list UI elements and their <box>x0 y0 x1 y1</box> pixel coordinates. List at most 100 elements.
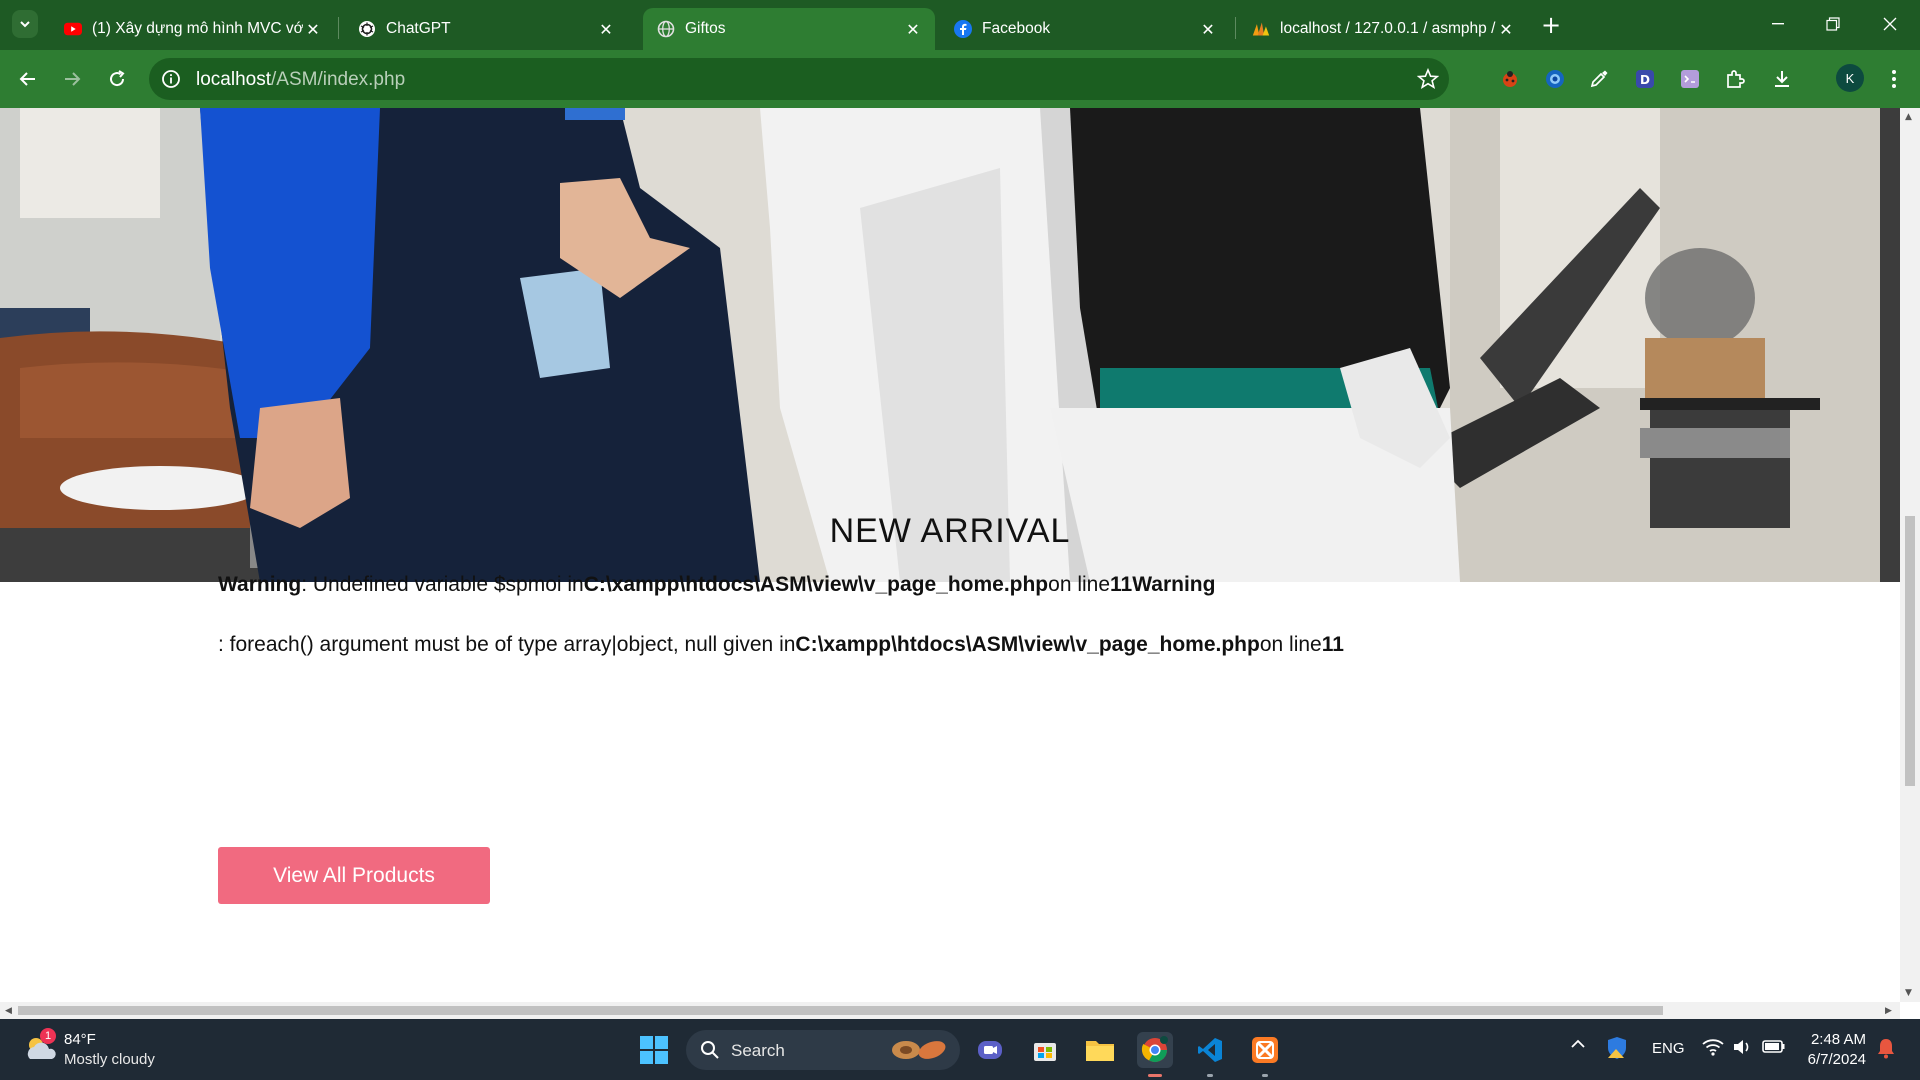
browser-toolbar: localhost/ASM/index.php D K <box>0 50 1920 108</box>
tab-separator <box>338 17 339 39</box>
arrow-left-icon <box>19 72 35 86</box>
scroll-down-icon[interactable]: ▼ <box>1905 988 1912 998</box>
url-text: localhost/ASM/index.php <box>196 69 405 91</box>
more-menu-icon[interactable] <box>1882 67 1906 91</box>
forward-button[interactable] <box>58 65 86 93</box>
search-icon <box>701 1041 719 1059</box>
tab-chatgpt[interactable]: ChatGPT ✕ <box>344 8 628 50</box>
url-host: localhost <box>196 69 271 90</box>
scroll-up-icon[interactable]: ▲ <box>1905 112 1912 122</box>
vscode-icon[interactable] <box>1192 1032 1228 1068</box>
tab-giftos[interactable]: Giftos ✕ <box>643 8 935 50</box>
warning-file: C:\xampp\htdocs\ASM\view\v_page_home.php <box>795 633 1260 656</box>
tab-search-button[interactable] <box>12 10 38 38</box>
extension-ai-icon[interactable] <box>1678 67 1702 91</box>
warning-label: Warning <box>1132 573 1216 596</box>
restore-icon[interactable] <box>1813 10 1853 38</box>
download-icon[interactable] <box>1770 67 1794 91</box>
tab-youtube[interactable]: (1) Xây dựng mô hình MVC với ✕ <box>50 8 335 50</box>
xampp-running-indicator <box>1262 1074 1268 1077</box>
extension-ladybug-icon[interactable] <box>1498 67 1522 91</box>
chrome-running-indicator <box>1148 1074 1162 1077</box>
tab-strip: (1) Xây dựng mô hình MVC với ✕ ChatGPT ✕… <box>0 0 1920 50</box>
weather-description[interactable]: Mostly cloudy <box>64 1051 155 1068</box>
chevron-down-icon <box>20 21 30 28</box>
search-highlight-icon <box>892 1041 946 1059</box>
reload-button[interactable] <box>103 65 131 93</box>
arrow-right-icon <box>65 72 81 86</box>
vertical-scroll-thumb[interactable] <box>1905 516 1915 786</box>
clock-date[interactable]: 6/7/2024 <box>1800 1051 1866 1068</box>
tab-title: ChatGPT <box>386 20 451 37</box>
windows-taskbar: 1 84°F Mostly cloudy Search ENG 2:48 AM … <box>0 1019 1920 1080</box>
youtube-icon <box>64 20 82 38</box>
warning-file: C:\xampp\htdocs\ASM\view\v_page_home.php <box>583 573 1049 596</box>
tab-title: Giftos <box>685 20 726 37</box>
warning-label: Warning <box>218 573 302 596</box>
tab-facebook[interactable]: Facebook ✕ <box>940 8 1230 50</box>
warning-line-text: on line <box>1048 573 1111 596</box>
warning-message: : Undefined variable $spmoi in <box>301 573 584 596</box>
view-all-products-button[interactable]: View All Products <box>218 847 490 904</box>
wifi-icon[interactable] <box>1702 1038 1724 1056</box>
clock-time[interactable]: 2:48 AM <box>1806 1031 1866 1048</box>
url-path: /ASM/index.php <box>271 69 406 90</box>
bookmark-star-icon[interactable] <box>1417 68 1439 90</box>
tab-title: localhost / 127.0.0.1 / asmphp / <box>1280 20 1496 37</box>
scroll-left-icon[interactable]: ◀ <box>5 1006 12 1016</box>
phpmyadmin-icon <box>1252 20 1270 38</box>
microsoft-store-icon[interactable] <box>1027 1032 1063 1068</box>
address-bar[interactable]: localhost/ASM/index.php <box>149 58 1449 100</box>
notification-bell-icon[interactable] <box>1877 1037 1895 1059</box>
chatgpt-icon <box>358 20 376 38</box>
scroll-right-icon[interactable]: ▶ <box>1885 1006 1892 1016</box>
battery-icon[interactable] <box>1762 1038 1786 1054</box>
taskbar-search-box[interactable]: Search <box>686 1030 960 1070</box>
profile-avatar[interactable]: K <box>1836 64 1864 92</box>
extension-eyedropper-icon[interactable] <box>1587 67 1611 91</box>
windows-start-icon[interactable] <box>640 1036 668 1064</box>
warning-message: : foreach() argument must be of type arr… <box>218 633 796 656</box>
search-label: Search <box>731 1041 785 1060</box>
vscode-running-indicator <box>1207 1074 1213 1077</box>
close-icon[interactable]: ✕ <box>303 19 323 39</box>
svg-text:D: D <box>1640 73 1650 87</box>
horizontal-scrollbar[interactable]: ◀ ▶ <box>0 1002 1900 1019</box>
warning-line-text: on line <box>1259 633 1322 656</box>
tab-phpmyadmin[interactable]: localhost / 127.0.0.1 / asmphp / ✕ <box>1238 8 1528 50</box>
facebook-icon <box>954 20 972 38</box>
section-title: NEW ARRIVAL <box>829 512 1071 550</box>
extensions-puzzle-icon[interactable] <box>1723 67 1747 91</box>
show-hidden-icons-chevron-icon[interactable] <box>1570 1039 1586 1049</box>
security-shield-icon[interactable] <box>1606 1036 1628 1060</box>
tab-title: (1) Xây dựng mô hình MVC với <box>92 20 303 37</box>
weather-temperature[interactable]: 84°F <box>64 1031 96 1048</box>
globe-icon <box>657 20 675 38</box>
language-indicator[interactable]: ENG <box>1652 1040 1685 1057</box>
close-icon[interactable]: ✕ <box>1496 19 1516 39</box>
new-tab-plus-icon[interactable]: + <box>1541 13 1561 37</box>
hero-image <box>0 108 1900 582</box>
close-icon[interactable]: ✕ <box>596 19 616 39</box>
tab-title: Facebook <box>982 20 1051 37</box>
close-window-icon[interactable] <box>1870 10 1910 38</box>
close-icon[interactable]: ✕ <box>903 19 923 39</box>
meet-video-icon[interactable] <box>972 1032 1008 1068</box>
back-button[interactable] <box>14 65 42 93</box>
reload-icon <box>110 70 125 87</box>
minimize-icon[interactable] <box>1758 10 1798 38</box>
php-warning-1: Warning: Undefined variable $spmoi inC:\… <box>218 573 1215 597</box>
vertical-scrollbar[interactable]: ▲ ▼ <box>1900 108 1920 1002</box>
volume-icon[interactable] <box>1732 1038 1752 1056</box>
page-viewport: NEW ARRIVAL Warning: Undefined variable … <box>0 108 1900 1002</box>
horizontal-scroll-thumb[interactable] <box>18 1006 1663 1015</box>
extension-blue-circle-icon[interactable] <box>1543 67 1567 91</box>
file-explorer-icon[interactable] <box>1082 1032 1118 1068</box>
close-icon[interactable]: ✕ <box>1198 19 1218 39</box>
site-info-icon[interactable] <box>161 69 181 89</box>
tab-separator <box>1235 17 1236 39</box>
chrome-taskbar-icon[interactable] <box>1137 1032 1173 1068</box>
extension-d-icon[interactable]: D <box>1633 67 1657 91</box>
warning-line-number: 11 <box>1110 573 1133 596</box>
xampp-icon[interactable] <box>1247 1032 1283 1068</box>
